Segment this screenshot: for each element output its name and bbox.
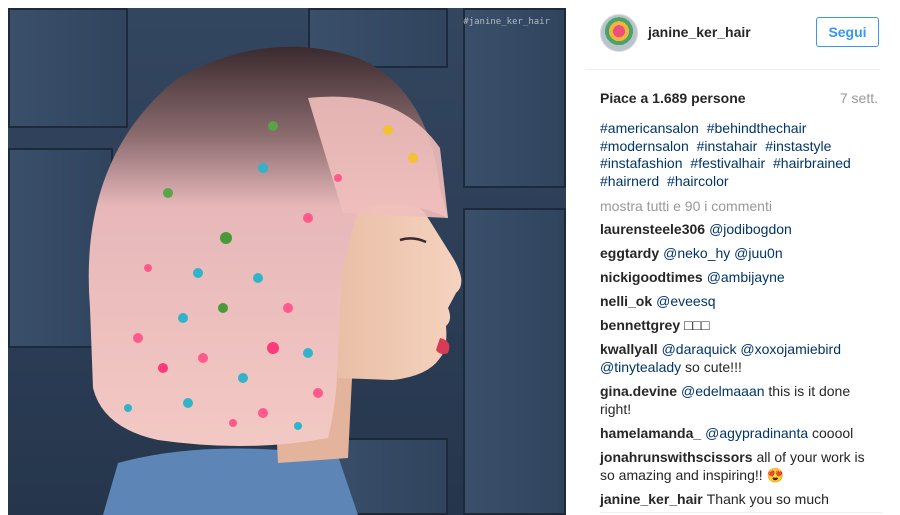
hashtag-link[interactable]: #americansalon xyxy=(600,120,699,136)
comments-list: laurensteele306 @jodibogdon eggtardy @neko… xyxy=(600,220,882,514)
comment-username[interactable]: nelli_ok xyxy=(600,293,652,309)
comment-username[interactable]: nickigoodtimes xyxy=(600,269,703,285)
comment-username[interactable]: hamelamanda_ xyxy=(600,425,701,441)
comment-item: janine_ker_hair Thank you so much xyxy=(600,490,882,508)
post-age[interactable]: 7 sett. xyxy=(840,90,878,106)
hashtag-link[interactable]: #instahair xyxy=(697,138,758,154)
comment-text: so cute!!! xyxy=(685,359,742,375)
comment-item: gina.devine @edelmaaan this is it done ri… xyxy=(600,382,882,418)
comment-item: bennettgrey □□□ xyxy=(600,316,882,334)
comment-username[interactable]: kwallyall xyxy=(600,341,658,357)
hashtag-link[interactable]: #hairnerd xyxy=(600,173,659,189)
hashtag-link[interactable]: #festivalhair xyxy=(690,155,765,171)
hashtag-link[interactable]: #haircolor xyxy=(667,173,728,189)
comment-item: jonahrunswithscissors all of your work is… xyxy=(600,448,882,484)
comment-text: □□□ xyxy=(684,317,710,333)
hashtag-link[interactable]: #hairbrained xyxy=(773,155,851,171)
divider xyxy=(600,512,882,513)
comment-item: nickigoodtimes @ambijayne xyxy=(600,268,882,286)
caption-hashtags: #americansalon #behindthechair #modernsa… xyxy=(600,120,880,190)
comment-mention[interactable]: @agypradinanta xyxy=(705,425,808,441)
photo-watermark: #janine_ker_hair xyxy=(463,17,550,27)
likes-row: Piace a 1.689 persone 7 sett. xyxy=(600,90,878,106)
hashtag-link[interactable]: #instastyle xyxy=(765,138,831,154)
follow-button[interactable]: Segui xyxy=(816,17,879,47)
post-header: janine_ker_hair Segui xyxy=(586,0,880,70)
comment-username[interactable]: jonahrunswithscissors xyxy=(600,449,752,465)
hashtag-link[interactable]: #instafashion xyxy=(600,155,683,171)
comment-username[interactable]: bennettgrey xyxy=(600,317,680,333)
avatar[interactable] xyxy=(600,14,638,52)
hashtag-link[interactable]: #modernsalon xyxy=(600,138,689,154)
comment-text: Thank you so much xyxy=(706,491,829,507)
post-sidebar: janine_ker_hair Segui Piace a 1.689 pers… xyxy=(586,0,900,515)
hashtag-link[interactable]: #behindthechair xyxy=(707,120,807,136)
comment-item: laurensteele306 @jodibogdon xyxy=(600,220,882,238)
post-photo[interactable]: #janine_ker_hair xyxy=(8,8,566,515)
comment-username[interactable]: eggtardy xyxy=(600,245,659,261)
comment-item: kwallyall @daraquick @xoxojamiebird @tiny… xyxy=(600,340,882,376)
show-all-comments-link[interactable]: mostra tutti e 90 i commenti xyxy=(600,198,772,214)
comment-mention[interactable]: @eveesq xyxy=(656,293,715,309)
comment-item: hamelamanda_ @agypradinanta cooool xyxy=(600,424,882,442)
comment-item: nelli_ok @eveesq xyxy=(600,292,882,310)
author-username[interactable]: janine_ker_hair xyxy=(648,24,751,40)
comment-item: eggtardy @neko_hy @juu0n xyxy=(600,244,882,262)
likes-count[interactable]: Piace a 1.689 persone xyxy=(600,90,746,106)
comment-mention[interactable]: @edelmaaan xyxy=(681,383,765,399)
comment-mention[interactable]: @jodibogdon xyxy=(709,221,792,237)
comment-username[interactable]: gina.devine xyxy=(600,383,677,399)
comment-username[interactable]: janine_ker_hair xyxy=(600,491,703,507)
comment-mention[interactable]: @neko_hy @juu0n xyxy=(663,245,783,261)
comment-username[interactable]: laurensteele306 xyxy=(600,221,705,237)
comment-mention[interactable]: @ambijayne xyxy=(707,269,785,285)
portrait-illustration xyxy=(88,46,462,515)
comment-text: cooool xyxy=(812,425,854,441)
